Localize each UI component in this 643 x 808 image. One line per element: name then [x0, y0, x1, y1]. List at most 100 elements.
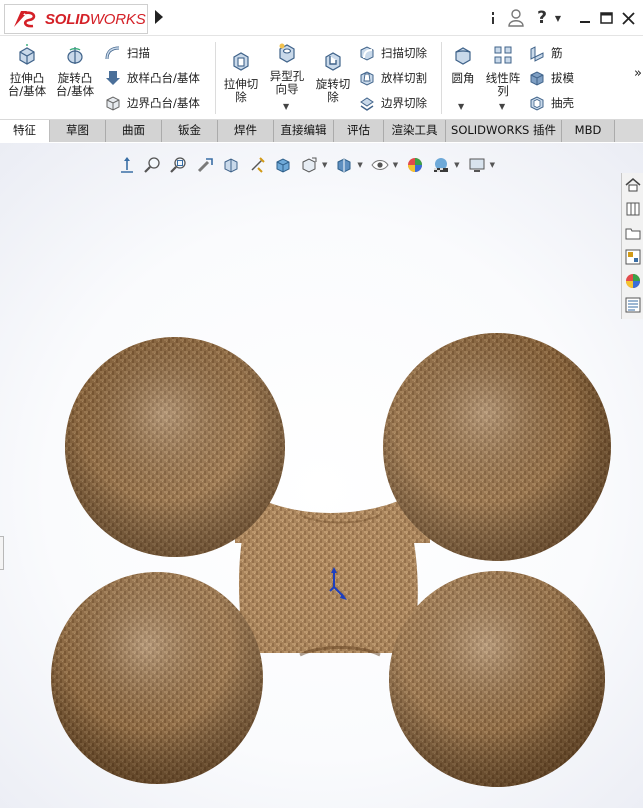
draft-button[interactable]: 拔模 — [528, 68, 574, 88]
lobe-top-left — [65, 337, 285, 557]
view-visibility-eye-icon[interactable] — [369, 154, 391, 176]
dropdown-icon[interactable]: ▼ — [553, 8, 563, 28]
lobe-bottom-right — [389, 571, 605, 787]
tab-solidworks-addins[interactable]: SOLIDWORKS 插件 — [446, 120, 562, 142]
minimize-icon[interactable] — [577, 8, 593, 28]
loft-label: 放样凸台/基体 — [127, 71, 200, 85]
revolved-boss-button[interactable]: 旋转凸 台/基体 — [52, 44, 98, 98]
expand-pin-icon[interactable] — [488, 8, 500, 28]
graphics-area[interactable]: ▼ ▼ ▼ ▼ ▼ — [0, 143, 643, 808]
apply-scene-icon[interactable] — [430, 154, 452, 176]
zoom-to-fit-icon[interactable] — [142, 154, 164, 176]
tab-sketch[interactable]: 草图 — [50, 120, 106, 142]
file-explorer-icon[interactable] — [623, 223, 643, 243]
revolve-boss-icon — [67, 47, 83, 64]
tab-sheet-metal[interactable]: 钣金 — [162, 120, 218, 142]
shell-icon — [530, 96, 544, 111]
view-settings-icon[interactable] — [466, 154, 488, 176]
hide-show-items-icon[interactable] — [333, 154, 355, 176]
sweep-icon — [105, 46, 120, 60]
tab-surfaces[interactable]: 曲面 — [106, 120, 162, 142]
tab-render-tools[interactable]: 渲染工具 — [384, 120, 446, 142]
extrude-boss-icon — [19, 42, 35, 65]
fillet-icon — [455, 47, 471, 65]
task-pane — [621, 173, 643, 319]
design-library-icon[interactable] — [623, 199, 643, 219]
hole-wizard-button[interactable]: 异型孔 向导 — [266, 42, 308, 96]
fillet-dropdown-icon[interactable]: ▼ — [458, 102, 464, 111]
lofted-cut-button[interactable]: 放样切割 — [358, 68, 427, 88]
swept-cut-icon — [360, 46, 374, 61]
fillet-button[interactable]: 圆角 — [446, 44, 480, 85]
visibility-dropdown-icon[interactable]: ▼ — [393, 161, 398, 169]
solidworks-logo[interactable]: SOLIDWORKS — [4, 4, 148, 34]
feature-manager-collapse-handle[interactable] — [0, 536, 4, 570]
dynamic-annotation-icon[interactable] — [246, 154, 268, 176]
view-palette-icon[interactable] — [623, 247, 643, 267]
display-style-icon[interactable] — [298, 154, 320, 176]
hole-wizard-icon — [279, 43, 295, 63]
revolved-cut-button[interactable]: 旋转切 除 — [312, 50, 354, 104]
boundary-boss-button[interactable]: 边界凸台/基体 — [104, 93, 200, 113]
ds-logo-icon — [14, 11, 36, 28]
tab-direct-editing[interactable]: 直接编辑 — [274, 120, 334, 142]
tab-features[interactable]: 特征 — [0, 120, 50, 142]
view-orientation-icon[interactable] — [116, 154, 138, 176]
lofted-cut-icon — [360, 71, 374, 86]
edit-appearance-icon[interactable] — [404, 154, 426, 176]
extruded-boss-button[interactable]: 拉伸凸 台/基体 — [4, 42, 50, 98]
linear-pattern-button[interactable]: 线性阵 列 — [482, 44, 524, 98]
swept-cut-button[interactable]: 扫描切除 — [358, 43, 427, 63]
boundary-boss-label: 边界凸台/基体 — [127, 96, 200, 110]
linear-pattern-dropdown-icon[interactable]: ▼ — [499, 102, 505, 111]
extruded-boss-label: 拉伸凸 台/基体 — [7, 71, 47, 98]
title-bar: SOLIDWORKS ? ▼ — [0, 0, 643, 36]
shell-button[interactable]: 抽壳 — [528, 93, 574, 113]
rib-button[interactable]: 筋 — [528, 43, 563, 63]
view-settings-dropdown-icon[interactable]: ▼ — [490, 161, 495, 169]
hole-wizard-dropdown-icon[interactable]: ▼ — [283, 102, 289, 111]
draft-icon — [530, 71, 544, 86]
ribbon-overflow-button[interactable]: » — [634, 66, 642, 81]
part-3d-model[interactable] — [0, 143, 643, 808]
scene-dropdown-icon[interactable]: ▼ — [454, 161, 459, 169]
maximize-icon[interactable] — [598, 8, 614, 28]
rib-label: 筋 — [551, 46, 563, 60]
revolved-cut-label: 旋转切 除 — [315, 77, 351, 104]
appearances-icon[interactable] — [623, 271, 643, 291]
ribbon-separator — [215, 42, 216, 114]
user-icon[interactable] — [506, 8, 526, 28]
linear-pattern-icon — [494, 46, 512, 64]
sweep-label: 扫描 — [127, 46, 150, 60]
section-view-icon[interactable] — [220, 154, 242, 176]
view-orientation-cube-icon[interactable] — [272, 154, 294, 176]
help-icon[interactable]: ? — [535, 8, 549, 28]
command-tabs: 特征 草图 曲面 钣金 焊件 直接编辑 评估 渲染工具 SOLIDWORKS 插… — [0, 120, 643, 142]
close-icon[interactable] — [620, 8, 636, 28]
extruded-cut-button[interactable]: 拉伸切 除 — [220, 50, 262, 104]
tab-mbd[interactable]: MBD — [562, 120, 615, 142]
extruded-cut-label: 拉伸切 除 — [223, 77, 259, 104]
previous-view-icon[interactable] — [194, 154, 216, 176]
tab-strip-filler — [615, 120, 643, 142]
hide-show-dropdown-icon[interactable]: ▼ — [357, 161, 362, 169]
home-icon[interactable] — [623, 175, 643, 195]
logo-wordmark: SOLIDWORKS — [45, 10, 146, 28]
boundary-cut-icon — [360, 97, 374, 111]
shell-label: 抽壳 — [551, 96, 574, 110]
swept-boss-button[interactable]: 扫描 — [104, 43, 150, 63]
zoom-area-icon[interactable] — [168, 154, 190, 176]
lofted-cut-label: 放样切割 — [381, 71, 427, 85]
display-style-dropdown-icon[interactable]: ▼ — [322, 161, 327, 169]
command-manager-ribbon: 拉伸凸 台/基体 旋转凸 台/基体 扫描 放样凸台/基体 边界凸台/基体 拉伸切… — [0, 36, 643, 120]
tab-evaluate[interactable]: 评估 — [334, 120, 384, 142]
boundary-cut-button[interactable]: 边界切除 — [358, 93, 427, 113]
lofted-boss-button[interactable]: 放样凸台/基体 — [104, 68, 200, 88]
tab-weldments[interactable]: 焊件 — [218, 120, 274, 142]
heads-up-view-toolbar: ▼ ▼ ▼ ▼ ▼ — [116, 153, 501, 177]
boundary-boss-icon — [106, 96, 120, 111]
menu-expand-arrow-icon[interactable] — [155, 10, 163, 24]
loft-icon — [106, 71, 120, 85]
custom-properties-icon[interactable] — [623, 295, 643, 315]
lobe-top-right — [383, 333, 611, 561]
